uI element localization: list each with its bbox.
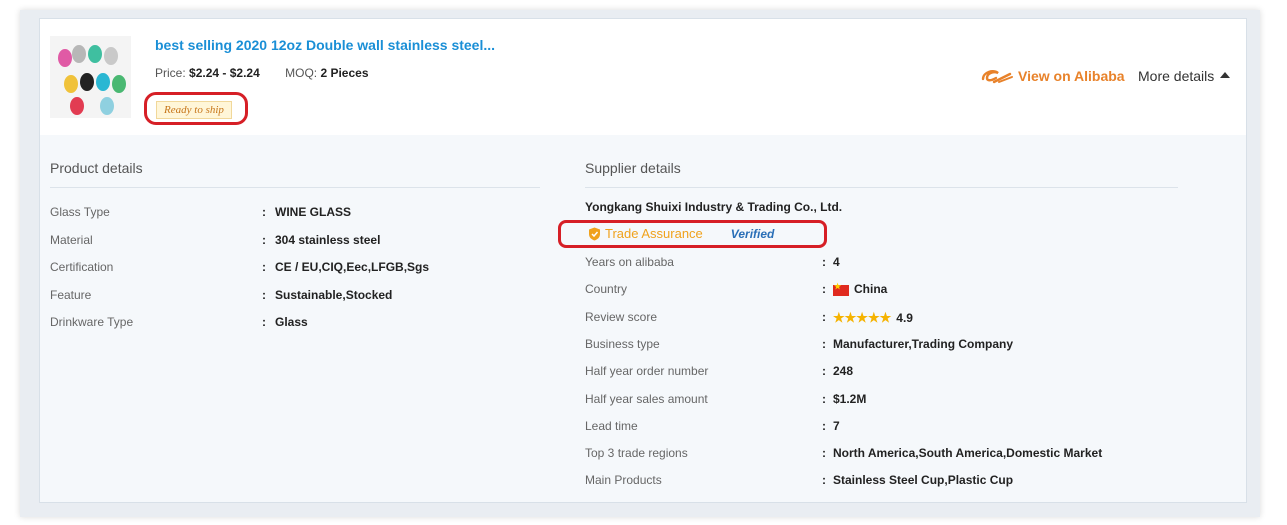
product-detail-value: Sustainable,Stocked (275, 287, 393, 302)
supplier-detail-label: Lead time (585, 418, 638, 433)
supplier-details-heading: Supplier details (585, 160, 681, 176)
view-on-alibaba-link[interactable]: View on Alibaba (980, 67, 1125, 85)
product-detail-value: 304 stainless steel (275, 232, 381, 247)
product-card: best selling 2020 12oz Double wall stain… (39, 18, 1247, 503)
supplier-detail-value-wrap: 7 (833, 419, 840, 433)
alibaba-logo-icon (981, 70, 1013, 84)
separator-colon: : (822, 391, 826, 406)
separator-colon: : (262, 260, 266, 274)
supplier-detail-value-wrap: ★★★★★ 4.9 (833, 310, 913, 326)
supplier-detail-value: 248 (833, 364, 854, 379)
separator-colon: : (822, 282, 826, 297)
product-detail-value: WINE GLASS (275, 205, 352, 219)
product-detail-label: Drinkware Type (50, 315, 134, 329)
supplier-detail-value: China (854, 282, 888, 297)
supplier-detail-value-wrap: $1.2M (833, 392, 866, 406)
supplier-detail-label: Half year order number (585, 364, 709, 379)
more-details-toggle[interactable]: More details (1138, 68, 1231, 84)
supplier-detail-label: Years on alibaba (585, 255, 674, 269)
tumbler-shape (100, 97, 114, 115)
supplier-detail-value-wrap: 4 (833, 255, 840, 269)
supplier-detail-value-wrap: Stainless Steel Cup,Plastic Cup (833, 473, 1013, 487)
separator-colon: : (262, 287, 266, 302)
supplier-detail-value: 4 (833, 255, 840, 269)
separator-colon: : (822, 418, 826, 433)
more-details-label: More details (1138, 68, 1215, 84)
separator-colon: : (822, 255, 826, 269)
moq-value: 2 Pieces (320, 66, 369, 80)
product-thumbnail[interactable] (50, 36, 131, 118)
separator-colon: : (822, 473, 826, 488)
card-header: best selling 2020 12oz Double wall stain… (40, 19, 1246, 135)
supplier-detail-value-wrap: North America,South America,Domestic Mar… (833, 446, 1102, 460)
tumbler-shape (64, 75, 78, 93)
tumbler-shape (70, 97, 84, 115)
product-detail-label: Material (50, 232, 93, 247)
separator-colon: : (822, 446, 826, 461)
supplier-detail-value: North America,South America,Domestic Mar… (833, 446, 1103, 461)
supplier-detail-value: 7 (833, 418, 840, 433)
supplier-detail-value-wrap: Manufacturer,Trading Company (833, 337, 1013, 351)
supplier-detail-label: Main Products (585, 473, 662, 488)
verified-badge: Verified (730, 226, 775, 241)
product-detail-value: Glass (275, 315, 308, 329)
separator-colon: : (262, 205, 266, 219)
supplier-detail-label: Country (585, 282, 628, 297)
trade-assurance-shield-icon (589, 227, 600, 240)
product-details-heading: Product details (50, 160, 143, 176)
tumbler-shape (80, 73, 94, 91)
tumbler-shape (112, 75, 126, 93)
tumbler-shape (96, 73, 110, 91)
supplier-detail-label: Review score (585, 309, 658, 324)
supplier-detail-label: Business type (585, 336, 660, 351)
separator-colon: : (262, 232, 266, 247)
supplier-detail-label: Top 3 trade regions (585, 446, 688, 461)
tumbler-shape (88, 45, 102, 63)
product-title-link[interactable]: best selling 2020 12oz Double wall stain… (155, 37, 495, 53)
supplier-detail-label: Half year sales amount (585, 391, 708, 406)
tumbler-shape (58, 49, 72, 67)
separator-colon: : (822, 364, 826, 379)
product-detail-label: Certification (50, 260, 114, 274)
product-detail-label: Glass Type (50, 205, 110, 219)
ready-to-ship-highlight: Ready to ship (144, 92, 248, 125)
trade-assurance-badge: Trade Assurance Verified (588, 226, 774, 241)
price-row: Price: $2.24 - $2.24 MOQ: 2 Pieces (155, 66, 369, 80)
moq-label: MOQ: (285, 66, 318, 80)
ready-to-ship-badge: Ready to ship (156, 101, 232, 119)
product-detail-value: CE / EU,CIQ,Eec,LFGB,Sgs (275, 260, 430, 274)
china-flag-icon (833, 282, 849, 296)
product-details-divider (50, 187, 540, 188)
supplier-detail-value: Manufacturer,Trading Company (833, 336, 1014, 351)
separator-colon: : (822, 309, 826, 324)
price-label: Price: (155, 66, 186, 80)
view-on-alibaba-label: View on Alibaba (1018, 68, 1125, 84)
supplier-name[interactable]: Yongkang Shuixi Industry & Trading Co., … (585, 200, 842, 214)
supplier-detail-value: Stainless Steel Cup,Plastic Cup (833, 473, 1014, 488)
tumbler-shape (72, 45, 86, 63)
caret-up-icon (1220, 72, 1231, 78)
separator-colon: : (822, 336, 826, 351)
supplier-detail-value: $1.2M (833, 391, 867, 406)
tumbler-shape (104, 47, 118, 65)
trade-assurance-highlight: Trade Assurance Verified (558, 220, 827, 248)
trade-assurance-label: Trade Assurance (605, 226, 703, 241)
supplier-detail-value-wrap: China (833, 282, 887, 296)
star-rating-icon: ★★★★★ (833, 309, 892, 325)
product-detail-label: Feature (50, 287, 92, 302)
price-value: $2.24 - $2.24 (189, 66, 260, 80)
supplier-details-divider (585, 187, 1178, 188)
separator-colon: : (262, 315, 266, 329)
supplier-detail-value: 4.9 (896, 310, 913, 325)
supplier-detail-value-wrap: 248 (833, 364, 853, 378)
